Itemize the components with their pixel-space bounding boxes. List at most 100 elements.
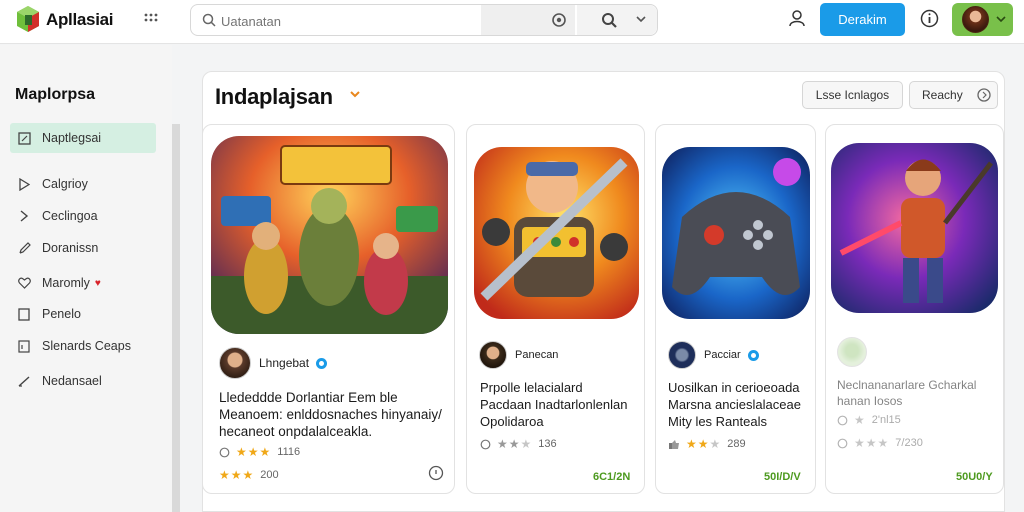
- sidebar-item-slenards-ceaps[interactable]: Slenards Ceaps: [10, 331, 156, 361]
- app-logo-icon[interactable]: [16, 5, 40, 33]
- card-description: Uosilkan in cerioeoada Marsna ancieslala…: [668, 379, 813, 430]
- card-author[interactable]: Pacciar: [668, 341, 759, 369]
- author-avatar: [837, 337, 867, 367]
- author-avatar: [219, 347, 251, 379]
- card-author[interactable]: [837, 337, 875, 367]
- card-stats-row: ★★★ 200: [219, 468, 279, 482]
- account-menu-button[interactable]: [952, 3, 1013, 36]
- sidebar-title: Maplorpsa: [15, 86, 96, 103]
- description-line: Pacdaan Inadtarlonlenlan: [480, 397, 628, 412]
- comment-icon: [480, 439, 491, 449]
- card-description: Llededdde Dorlantiar Eem ble Meanoem: en…: [219, 389, 451, 440]
- comment-icon: [219, 447, 230, 457]
- more-options-icon[interactable]: [428, 465, 444, 481]
- chevron-down-icon[interactable]: [635, 14, 647, 24]
- apps-grid-icon[interactable]: [143, 12, 159, 28]
- sidebar-scrollbar[interactable]: [172, 124, 180, 512]
- sidebar-item-label: Maromly: [42, 276, 90, 290]
- sidebar-item-label: Calgrioy: [42, 177, 88, 191]
- sidebar-item-penelo[interactable]: Penelo: [10, 299, 156, 329]
- price-label[interactable]: 50I/D/V: [764, 471, 801, 483]
- sidebar: Maplorpsa Naptlegsai Calgrioy Ceclingoa …: [0, 45, 172, 512]
- description-line: Llededdde Dorlantiar Eem ble: [219, 390, 398, 405]
- user-icon[interactable]: [788, 9, 806, 27]
- camera-search-icon[interactable]: [551, 12, 567, 28]
- game-artwork-4[interactable]: [831, 143, 998, 313]
- sidebar-item-label: Doranissn: [42, 241, 99, 255]
- chevron-right-icon: [16, 208, 32, 224]
- game-artwork-3[interactable]: [662, 147, 810, 319]
- stat-count: 289: [727, 438, 746, 450]
- search-input[interactable]: [221, 11, 471, 31]
- primary-action-button[interactable]: Derakim: [820, 3, 905, 36]
- refresh-icon: [977, 88, 991, 102]
- app-card[interactable]: Neclnananarlare Gcharkal hanan Iosos ★ 2…: [825, 124, 1004, 494]
- search-icon: [202, 13, 216, 27]
- sort-button-label: Reachy: [922, 88, 963, 102]
- comment-icon: [837, 415, 848, 425]
- page-title[interactable]: Indaplajsan: [215, 84, 333, 110]
- sort-button[interactable]: Reachy: [909, 81, 998, 109]
- price-label[interactable]: 50U0/Y: [956, 471, 993, 483]
- stat-count: 7/230: [895, 437, 923, 449]
- chevron-down-icon[interactable]: [349, 90, 361, 99]
- app-name[interactable]: Apllasiai: [46, 10, 114, 30]
- star-rating: ★★★: [686, 437, 722, 451]
- description-line: hecaneot onpdalalceakla.: [219, 424, 373, 439]
- sidebar-item-doranissn[interactable]: Doranissn: [10, 233, 156, 263]
- sidebar-item-naptlegsai[interactable]: Naptlegsai: [10, 123, 156, 153]
- search-bar: [190, 4, 658, 36]
- stat-count: 1116: [277, 446, 301, 458]
- app-card[interactable]: Pacciar Uosilkan in cerioeoada Marsna an…: [655, 124, 816, 494]
- collection-button[interactable]: Lsse Icnlagos: [802, 81, 903, 109]
- heart-outline-icon: [16, 275, 32, 291]
- sidebar-item-label: Slenards Ceaps: [42, 339, 131, 353]
- sidebar-item-label: Penelo: [42, 307, 81, 321]
- sidebar-item-nedansael[interactable]: Nedansael: [10, 366, 156, 396]
- star-rating: ★★★: [497, 437, 533, 451]
- card-author[interactable]: Lhngebat: [219, 347, 328, 379]
- description-line: Meanoem: enlddosnaches hinyanaiy/: [219, 407, 442, 422]
- square-icon: [16, 306, 32, 322]
- app-card[interactable]: Lhngebat Llededdde Dorlantiar Eem ble Me…: [202, 124, 455, 494]
- sidebar-item-label: Ceclingoa: [42, 209, 98, 223]
- description-line: Opolidaroa: [480, 414, 544, 429]
- card-stats-row: ★★★ 7/230: [837, 436, 923, 450]
- info-icon[interactable]: [920, 9, 939, 28]
- description-line: Neclnananarlare Gcharkal: [837, 378, 977, 392]
- description-line: Uosilkan in cerioeoada: [668, 380, 800, 395]
- star-rating: ★★★: [854, 436, 890, 450]
- author-name: Panecan: [515, 349, 559, 361]
- card-author[interactable]: Panecan: [479, 341, 558, 369]
- bracket-icon: [16, 338, 32, 354]
- sidebar-item-label: Naptlegsai: [42, 131, 102, 145]
- card-stats-row: ★ 2'nl15: [837, 413, 901, 427]
- description-line: Mity les Ranteals: [668, 414, 767, 429]
- pencil-icon: [16, 240, 32, 256]
- author-name: Lhngebat: [259, 356, 310, 370]
- square-edit-icon: [16, 130, 32, 146]
- card-stats-row: ★★★ 136: [480, 437, 557, 451]
- app-card[interactable]: Panecan Prpolle lelacialard Pacdaan Inad…: [466, 124, 645, 494]
- comment-icon: [837, 438, 848, 448]
- sidebar-item-calgrioy[interactable]: Calgrioy: [10, 169, 156, 199]
- description-line: hanan Iosos: [837, 394, 903, 408]
- game-artwork-1[interactable]: [211, 136, 448, 334]
- price-label[interactable]: 6C1/2N: [593, 471, 630, 483]
- sidebar-item-label: Nedansael: [42, 374, 102, 388]
- thumbs-up-icon: [669, 439, 679, 449]
- stat-count: 2'nl15: [871, 414, 901, 426]
- description-line: Prpolle lelacialard: [480, 380, 583, 395]
- stat-count: 200: [260, 469, 279, 481]
- sidebar-item-ceclingoa[interactable]: Ceclingoa: [10, 201, 156, 231]
- search-submit-icon[interactable]: [601, 12, 617, 28]
- card-description: Neclnananarlare Gcharkal hanan Iosos: [837, 377, 997, 409]
- star-rating: ★★★: [236, 445, 272, 459]
- sidebar-item-maromly[interactable]: Maromly ♥: [10, 268, 156, 298]
- favorite-badge-icon: ♥: [94, 277, 101, 289]
- author-avatar: [668, 341, 696, 369]
- game-artwork-2[interactable]: [474, 147, 639, 319]
- play-triangle-icon: [16, 176, 32, 192]
- top-bar: Apllasiai Derakim: [0, 0, 1024, 44]
- stat-count: 136: [538, 438, 557, 450]
